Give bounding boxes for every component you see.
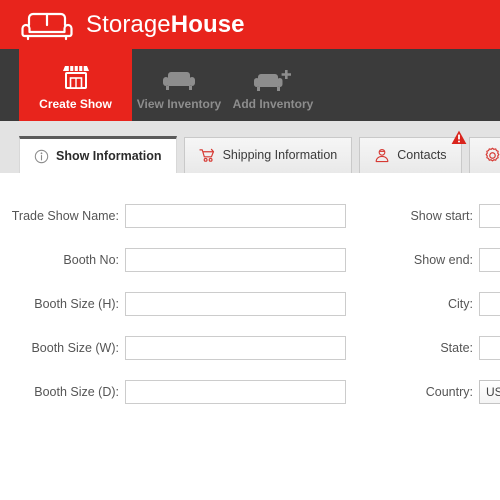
gear-icon [484, 147, 500, 164]
tab-show-information-label: Show Information [56, 148, 162, 163]
field-row-show-end: Show end: [390, 247, 500, 273]
shop-icon [61, 62, 91, 92]
tab-show-information[interactable]: Show Information [19, 136, 177, 173]
tab-contacts[interactable]: Contacts [359, 130, 466, 173]
booth-size-h-label: Booth Size (H): [34, 296, 119, 311]
field-row-trade-show-name: Trade Show Name: [0, 203, 360, 229]
field-row-booth-size-w: Booth Size (W): [0, 335, 360, 361]
user-icon [374, 148, 390, 163]
warning-triangle-icon [451, 130, 467, 145]
tab-services[interactable]: Services [468, 137, 500, 173]
app-header: StorageHouse [0, 0, 500, 49]
info-circle-icon [34, 149, 49, 164]
tab-bar: Show Information Shipping Information Co… [19, 130, 500, 173]
brand-title: StorageHouse [86, 10, 245, 38]
nav-item-add-inventory[interactable]: Add Inventory [226, 49, 320, 121]
country-label: Country: [425, 384, 473, 399]
show-end-label: Show end: [413, 252, 473, 267]
field-row-show-start: Show start: [390, 203, 500, 229]
field-row-booth-size-d: Booth Size (D): [0, 379, 360, 405]
brand-title-second: House [170, 10, 245, 38]
city-label: City: [448, 296, 473, 311]
booth-no-input[interactable] [125, 248, 346, 272]
form-column-left: Trade Show Name: Booth No: Booth Size (H… [0, 203, 360, 423]
field-row-country: Country: [390, 379, 500, 405]
shopping-cart-icon [198, 148, 216, 163]
booth-size-w-input[interactable] [125, 336, 346, 360]
trade-show-name-input[interactable] [125, 204, 346, 228]
show-information-panel: Trade Show Name: Booth No: Booth Size (H… [0, 173, 500, 500]
booth-no-label: Booth No: [63, 252, 119, 267]
trade-show-name-label: Trade Show Name: [11, 208, 119, 223]
show-end-input[interactable] [479, 248, 500, 272]
sofa-plus-icon [254, 62, 292, 92]
show-start-label: Show start: [410, 208, 473, 223]
nav-item-create-show[interactable]: Create Show [19, 49, 132, 121]
field-row-booth-size-h: Booth Size (H): [0, 291, 360, 317]
booth-size-w-label: Booth Size (W): [31, 340, 119, 355]
tab-shipping-information[interactable]: Shipping Information [183, 137, 353, 173]
field-row-booth-no: Booth No: [0, 247, 360, 273]
nav-item-view-inventory-label: View Inventory [136, 97, 222, 111]
city-input[interactable] [479, 292, 500, 316]
state-label: State: [440, 340, 473, 355]
booth-size-d-label: Booth Size (D): [34, 384, 119, 399]
nav-item-view-inventory[interactable]: View Inventory [132, 49, 226, 121]
country-select[interactable] [479, 380, 500, 404]
booth-size-h-input[interactable] [125, 292, 346, 316]
form-column-right: Show start: Show end: City: State: Count… [390, 203, 500, 423]
sofa-icon [20, 8, 74, 42]
nav-item-add-inventory-label: Add Inventory [232, 97, 314, 111]
state-input[interactable] [479, 336, 500, 360]
booth-size-d-input[interactable] [125, 380, 346, 404]
tab-shipping-information-label: Shipping Information [222, 148, 338, 163]
app-root: StorageHouse Create Show View Inventory … [0, 0, 500, 500]
main-nav: Create Show View Inventory Add Inventory [0, 49, 500, 121]
brand-title-first: Storage [86, 10, 171, 38]
nav-item-create-show-label: Create Show [39, 97, 112, 111]
show-start-input[interactable] [479, 204, 500, 228]
sofa-icon [162, 62, 196, 92]
tab-contacts-label: Contacts [397, 148, 447, 163]
nav-left-spacer [0, 49, 19, 121]
field-row-city: City: [390, 291, 500, 317]
field-row-state: State: [390, 335, 500, 361]
